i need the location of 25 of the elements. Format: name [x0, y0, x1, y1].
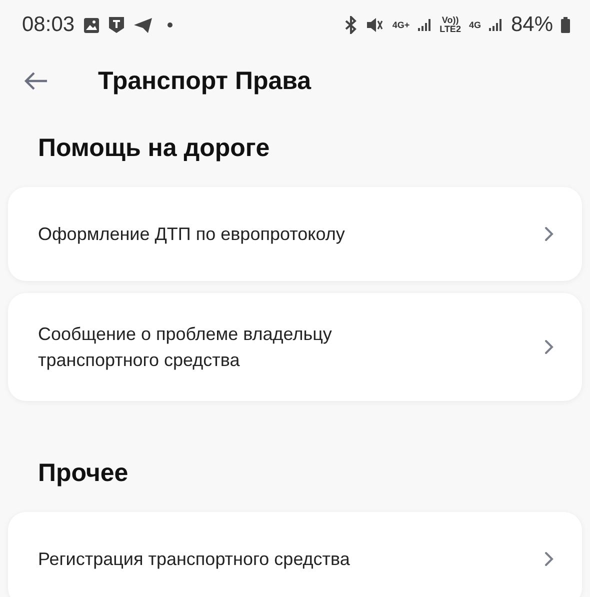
menu-item[interactable]: Оформление ДТП по европротоколу — [8, 187, 582, 281]
network-type: 4G — [468, 20, 481, 30]
back-arrow-icon — [24, 71, 48, 91]
send-icon — [132, 16, 153, 34]
menu-item[interactable]: Регистрация транспортного средства — [8, 512, 582, 597]
network-type: 4G+ — [392, 20, 410, 30]
image-icon — [82, 16, 100, 34]
muted-speaker-icon — [366, 17, 384, 33]
shield-icon — [108, 16, 125, 34]
bluetooth-icon — [344, 16, 358, 34]
section-title: Помощь на дороге — [37, 134, 271, 163]
battery-percent: 84% — [510, 13, 553, 37]
status-time: 08:03 — [22, 13, 75, 37]
section-title: Прочее — [37, 459, 130, 488]
menu-item[interactable]: Сообщение о проблеме владельцу транспортного средства — [8, 293, 582, 402]
dot-icon — [166, 22, 173, 28]
signal-icon — [488, 18, 503, 32]
page-title: Транспорт Права — [98, 66, 312, 96]
back-button[interactable] — [24, 71, 48, 91]
battery-icon — [561, 17, 570, 33]
chevron-right-icon — [544, 339, 554, 356]
chevron-right-icon — [544, 226, 554, 242]
signal-icon — [418, 18, 432, 32]
chevron-right-icon — [544, 551, 554, 568]
volte-label: Vo)) LTE2 — [440, 16, 461, 34]
